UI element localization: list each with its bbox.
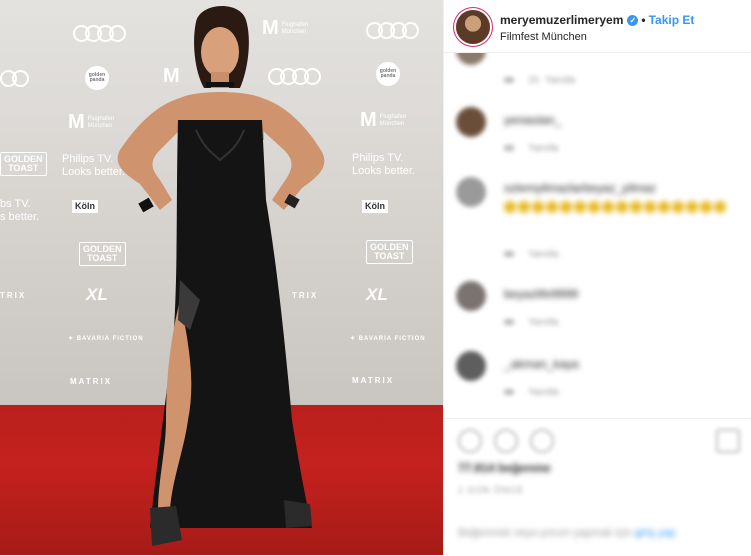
comment-icon[interactable] bbox=[494, 429, 518, 453]
post-sidebar: meryemuzerlimeryem ✓ • Takip Et Filmfest Mü… bbox=[443, 0, 751, 555]
post-timestamp: 1 GÜN ÖNCE bbox=[458, 485, 525, 495]
separator-dot: • bbox=[641, 13, 646, 27]
comment-emojis bbox=[504, 201, 726, 213]
commenter-username[interactable]: ozlemyilmazlarbeyaz_yilmaz bbox=[504, 181, 656, 195]
comment-meta: Yanıtla bbox=[504, 387, 558, 398]
likes-count[interactable]: 77.814 beğenme bbox=[458, 461, 551, 475]
follow-button[interactable]: Takip Et bbox=[649, 13, 695, 27]
comment-meta: Yanıtla bbox=[504, 249, 558, 260]
post-header: meryemuzerlimeryem ✓ • Takip Et Filmfest Mü… bbox=[444, 0, 751, 53]
profile-avatar[interactable] bbox=[456, 10, 490, 44]
post-actions: 77.814 beğenme 1 GÜN ÖNCE Beğenmek veya … bbox=[444, 418, 751, 556]
comment-meta: Yanıtla bbox=[504, 317, 558, 328]
post-photo[interactable]: M Flughafen München M Flughafen München M Flu… bbox=[0, 0, 443, 555]
login-link[interactable]: giriş yap bbox=[635, 527, 676, 539]
share-icon[interactable] bbox=[530, 429, 554, 453]
woman-figure bbox=[117, 5, 325, 546]
commenter-avatar[interactable] bbox=[456, 351, 486, 381]
commenter-username[interactable]: beyazlife9999 bbox=[504, 287, 578, 301]
verified-badge-icon: ✓ bbox=[627, 15, 639, 27]
commenter-avatar[interactable] bbox=[456, 177, 486, 207]
bookmark-icon[interactable] bbox=[716, 429, 740, 453]
commenter-avatar[interactable] bbox=[456, 281, 486, 311]
login-prompt: Beğenmek veya yorum yapmak için giriş ya… bbox=[458, 527, 676, 539]
commenter-avatar[interactable] bbox=[456, 107, 486, 137]
instagram-post: M Flughafen München M Flughafen München M Flu… bbox=[0, 0, 751, 555]
location-link[interactable]: Filmfest München bbox=[500, 31, 587, 43]
commenter-username[interactable]: yeniaslan_ bbox=[504, 113, 561, 127]
heart-icon[interactable] bbox=[458, 429, 482, 453]
comment-meta: 1h Yanıtla bbox=[504, 75, 575, 86]
comments-list[interactable]: 1h Yanıtla yeniaslan_ Yanıtla ozlemyilma… bbox=[444, 53, 751, 418]
commenter-avatar[interactable] bbox=[456, 53, 486, 65]
username-link[interactable]: meryemuzerlimeryem bbox=[500, 13, 623, 27]
username-row: meryemuzerlimeryem ✓ • Takip Et bbox=[500, 13, 694, 27]
comment-meta: Yanıtla bbox=[504, 143, 558, 154]
commenter-username[interactable]: _akman_kaya bbox=[504, 357, 579, 371]
